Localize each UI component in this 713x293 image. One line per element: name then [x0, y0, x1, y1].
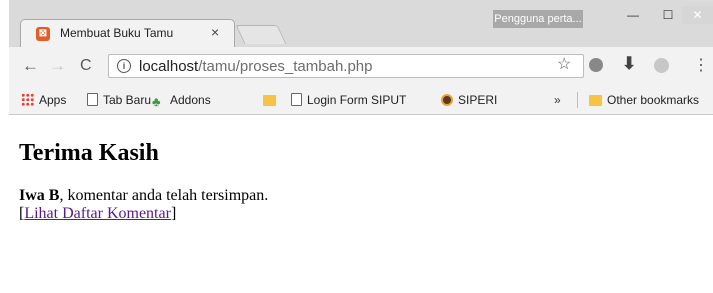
folder-icon [589, 95, 602, 106]
bookmark-label: Addons [170, 93, 211, 107]
bookmark-siperi[interactable]: SIPERI [441, 92, 497, 108]
bookmark-login-form-siput[interactable]: Login Form SIPUT [291, 92, 406, 108]
bookmark-star-icon[interactable]: ☆ [557, 56, 571, 74]
tab-close-icon[interactable]: × [211, 24, 219, 40]
folder-icon [263, 95, 276, 106]
minimize-button[interactable]: — [620, 6, 646, 24]
back-arrow-icon[interactable]: ← [22, 57, 39, 75]
new-tab-button[interactable] [235, 25, 287, 44]
tab-favicon-icon: ⊠ [36, 27, 50, 41]
apps-icon [21, 93, 34, 106]
bookmarks-bar: Apps Tab Baru ♣ Addons Login Form SIPUT S… [9, 85, 713, 115]
bookmark-folder[interactable] [263, 92, 281, 108]
bookmarks-overflow-button[interactable]: » [554, 92, 561, 108]
extension-icon[interactable] [589, 58, 603, 72]
active-tab[interactable]: ⊠ Membuat Buku Tamu × [20, 19, 235, 47]
url-host: localhost [139, 58, 199, 75]
url-text[interactable]: localhost/tamu/proses_tambah.php [139, 58, 372, 75]
menu-icon[interactable]: ⋮ [693, 57, 709, 75]
window-left-edge [0, 0, 9, 293]
comments-link-line: [Lihat Daftar Komentar] [19, 205, 176, 223]
bookmark-label: Tab Baru [103, 93, 152, 107]
bookmark-label: Apps [39, 93, 67, 107]
page-content: Terima Kasih Iwa B, komentar anda telah … [9, 115, 713, 293]
user-name: Iwa B [19, 187, 60, 204]
profile-button[interactable]: Pengguna perta... [493, 10, 583, 28]
bookmark-label: Other bookmarks [607, 93, 700, 107]
reload-icon[interactable]: C [80, 57, 92, 75]
bookmarks-divider [577, 92, 578, 108]
bookmark-label: SIPERI [458, 93, 498, 107]
bookmark-addons[interactable]: ♣ Addons [152, 92, 211, 108]
confirmation-message: Iwa B, komentar anda telah tersimpan. [19, 187, 268, 205]
bookmark-apps[interactable]: Apps [21, 92, 66, 108]
forward-arrow-icon[interactable]: → [49, 57, 66, 75]
url-path: /tamu/proses_tambah.php [198, 58, 373, 75]
maximize-button[interactable]: ☐ [655, 6, 681, 24]
globe-icon[interactable] [654, 58, 669, 73]
address-bar[interactable]: i localhost/tamu/proses_tambah.php [108, 54, 584, 78]
site-info-icon[interactable]: i [117, 59, 131, 73]
bracket-close: ] [170, 205, 177, 222]
message-text: , komentar anda telah tersimpan. [59, 187, 269, 204]
tab-strip: ⊠ Membuat Buku Tamu × Pengguna perta... … [0, 0, 713, 47]
browser-toolbar: ← → C i localhost/tamu/proses_tambah.php… [9, 47, 713, 85]
bookmark-label: Login Form SIPUT [307, 93, 407, 107]
download-icon[interactable]: ⬇ [622, 55, 636, 73]
page-icon [87, 93, 98, 106]
tab-title: Membuat Buku Tamu [60, 26, 174, 40]
browser-window: ⊠ Membuat Buku Tamu × Pengguna perta... … [0, 0, 713, 293]
view-comments-link[interactable]: Lihat Daftar Komentar [24, 205, 171, 222]
close-window-button[interactable]: ✕ [682, 6, 713, 24]
addons-icon: ♣ [152, 94, 161, 109]
bookmark-tab-baru[interactable]: Tab Baru [87, 92, 151, 108]
bookmark-other-bookmarks[interactable]: Other bookmarks [589, 92, 699, 108]
siperi-icon [441, 94, 453, 106]
page-icon [291, 93, 302, 106]
page-title: Terima Kasih [19, 140, 159, 166]
